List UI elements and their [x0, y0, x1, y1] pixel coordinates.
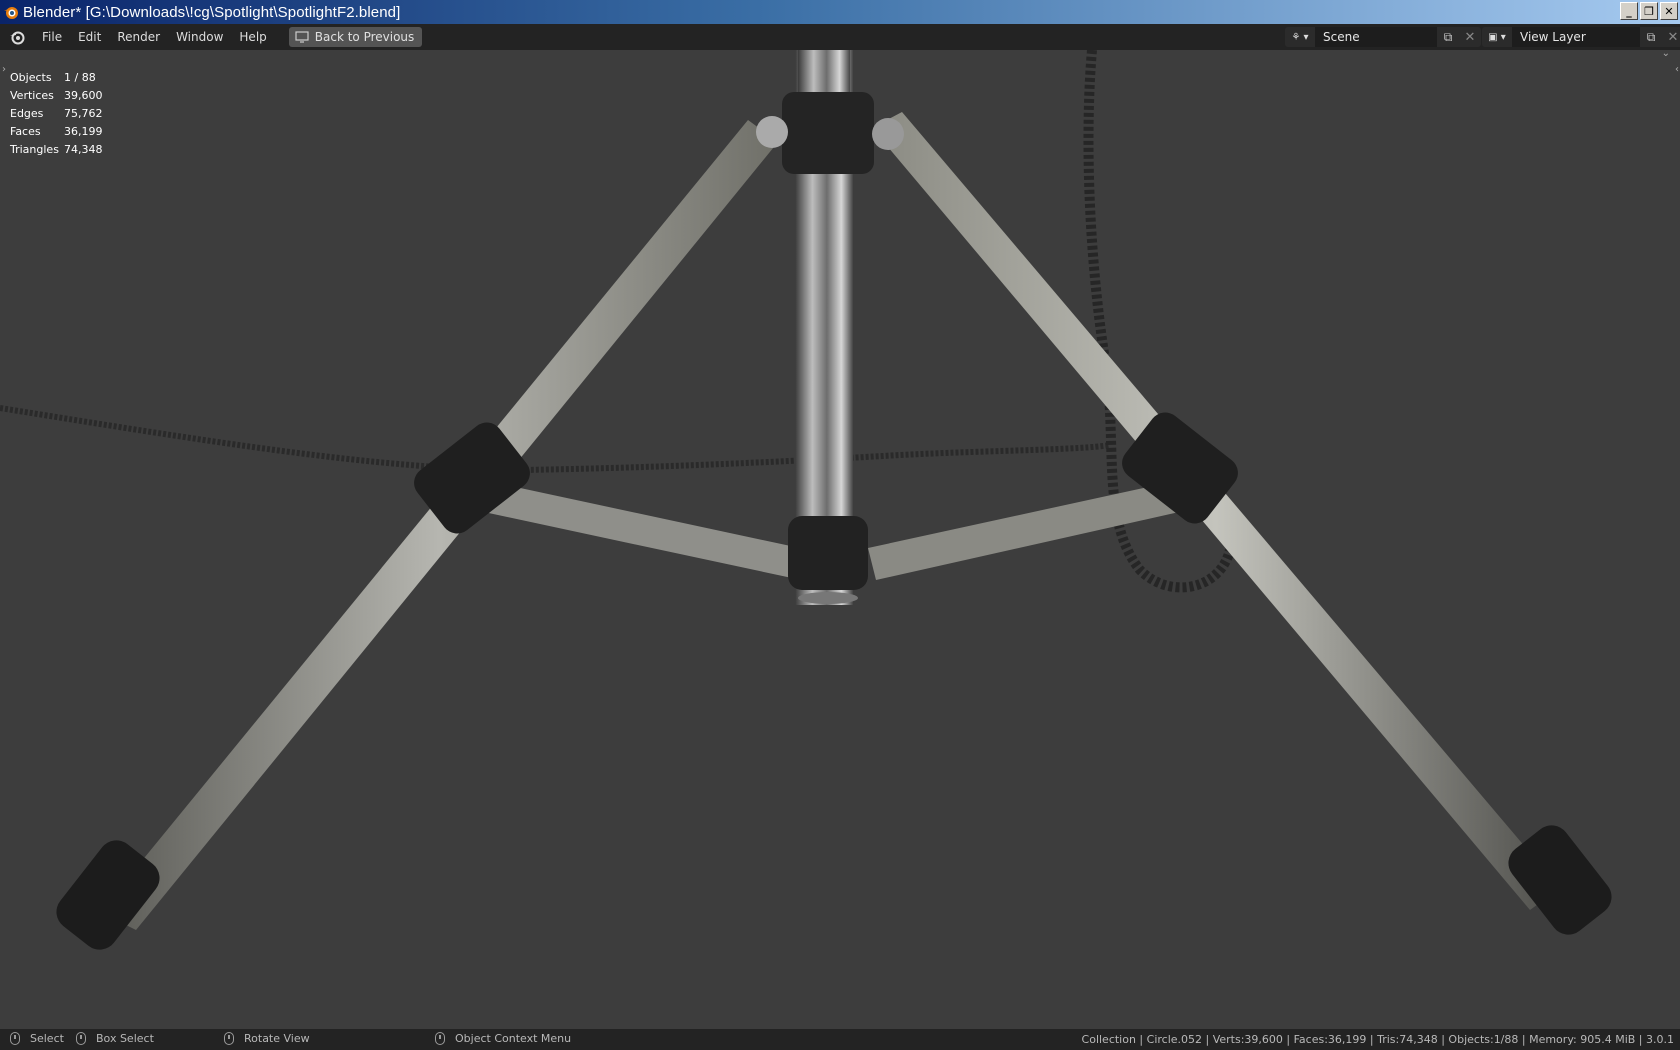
- back-to-previous-label: Back to Previous: [314, 30, 415, 44]
- 3d-viewport[interactable]: › ⌄ ‹ Objects 1 / 88 Vertices 39,600 Edg…: [0, 50, 1680, 1029]
- scene-statistics: Collection | Circle.052 | Verts:39,600 |…: [1081, 1033, 1674, 1046]
- minimize-button[interactable]: _: [1620, 2, 1638, 20]
- stat-triangles: Triangles 74,348: [10, 140, 103, 158]
- status-box-select: Box Select: [76, 1032, 154, 1045]
- menu-window[interactable]: Window: [168, 24, 231, 50]
- status-bar: Select Box Select Rotate View Object Con…: [0, 1029, 1680, 1050]
- view-layer-browse-icon[interactable]: ▣ ▾: [1482, 27, 1512, 47]
- stat-value: 39,600: [64, 88, 103, 102]
- status-select-label: Select: [30, 1032, 64, 1045]
- left-foot: [56, 840, 160, 950]
- cable: [0, 405, 1111, 474]
- stat-label: Triangles: [10, 142, 59, 156]
- tripod-render: [0, 50, 1612, 950]
- right-strut: [868, 480, 1188, 580]
- view-layer-selector: ▣ ▾ View Layer ⧉ ✕: [1482, 27, 1680, 47]
- mouse-drag-icon: [76, 1032, 86, 1045]
- status-rotate-view: Rotate View: [224, 1032, 310, 1045]
- menu-edit[interactable]: Edit: [70, 24, 109, 50]
- status-box-select-label: Box Select: [96, 1032, 154, 1045]
- scene-selector: ⚘ ▾ Scene ⧉ ✕: [1285, 27, 1481, 47]
- stat-value: 1 / 88: [64, 70, 96, 84]
- stat-label: Edges: [10, 106, 44, 120]
- right-foot: [1508, 825, 1612, 935]
- bottom-collar: [788, 516, 868, 590]
- delete-scene-icon[interactable]: ✕: [1459, 27, 1481, 47]
- stat-value: 36,199: [64, 124, 103, 138]
- stat-value: 74,348: [64, 142, 103, 156]
- header-collapse-icon[interactable]: ⌄: [1662, 50, 1670, 59]
- menu-help[interactable]: Help: [231, 24, 274, 50]
- view-layer-name-field[interactable]: View Layer: [1512, 27, 1640, 47]
- stat-value: 75,762: [64, 106, 103, 120]
- sidebar-expand-icon[interactable]: ‹: [1675, 64, 1679, 75]
- right-leg: [872, 112, 1560, 910]
- left-strut: [484, 482, 800, 578]
- stat-label: Vertices: [10, 88, 54, 102]
- maximize-button[interactable]: ❐: [1640, 2, 1658, 20]
- stat-edges: Edges 75,762: [10, 104, 103, 122]
- close-button[interactable]: ✕: [1660, 2, 1678, 20]
- scene-browse-icon[interactable]: ⚘ ▾: [1285, 27, 1315, 47]
- new-view-layer-icon[interactable]: ⧉: [1640, 27, 1662, 47]
- blender-logo-icon: [4, 7, 18, 19]
- stat-faces: Faces 36,199: [10, 122, 103, 140]
- mouse-left-icon: [10, 1032, 20, 1045]
- stat-label: Objects: [10, 70, 52, 84]
- screen-icon: [295, 31, 309, 43]
- back-to-previous-button[interactable]: Back to Previous: [288, 27, 423, 47]
- blender-menu-icon[interactable]: [8, 28, 26, 46]
- menu-render[interactable]: Render: [109, 24, 168, 50]
- status-select: Select: [10, 1032, 64, 1045]
- mouse-middle-icon: [224, 1032, 234, 1045]
- menu-file[interactable]: File: [34, 24, 70, 50]
- window-title: Blender* [G:\Downloads\!cg\Spotlight\Spo…: [23, 3, 401, 21]
- stat-label: Faces: [10, 124, 41, 138]
- stat-vertices: Vertices 39,600: [10, 86, 103, 104]
- top-collar: [782, 92, 874, 174]
- statistics-overlay: Objects 1 / 88 Vertices 39,600 Edges 75,…: [10, 68, 103, 158]
- scene-name-field[interactable]: Scene: [1315, 27, 1437, 47]
- new-scene-icon[interactable]: ⧉: [1437, 27, 1459, 47]
- delete-view-layer-icon[interactable]: ✕: [1662, 27, 1680, 47]
- stat-objects: Objects 1 / 88: [10, 68, 103, 86]
- status-rotate-label: Rotate View: [244, 1032, 310, 1045]
- status-context-menu: Object Context Menu: [435, 1032, 571, 1045]
- toolbar-expand-icon[interactable]: ›: [2, 64, 6, 75]
- mouse-right-icon: [435, 1032, 445, 1045]
- window-title-bar: Blender* [G:\Downloads\!cg\Spotlight\Spo…: [0, 0, 1680, 24]
- status-context-label: Object Context Menu: [455, 1032, 572, 1045]
- top-bar: File Edit Render Window Help Back to Pre…: [0, 24, 1680, 50]
